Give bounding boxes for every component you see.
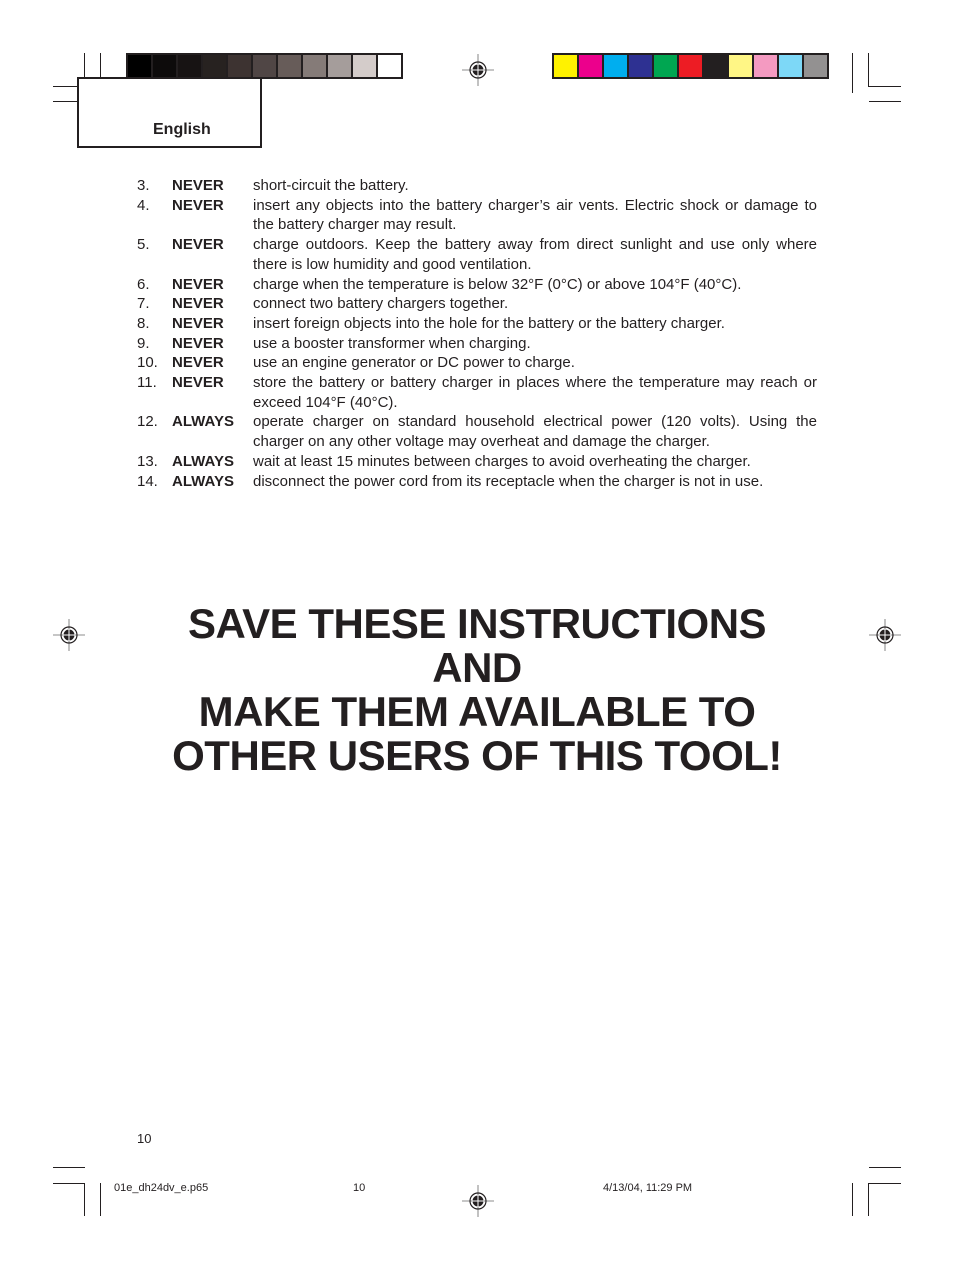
registration-mark-icon [462, 54, 494, 86]
rule-keyword: NEVER [172, 314, 224, 332]
grayscale-calibration-bar [126, 53, 403, 79]
rule-keyword: NEVER [172, 334, 224, 352]
color-swatch [654, 55, 677, 77]
rule-item: 11. NEVER store the battery or battery cha… [137, 373, 817, 412]
rule-number: 14. [137, 472, 158, 490]
rule-number: 6. [137, 275, 150, 293]
rule-item: 14. ALWAYS disconnect the power cord from … [137, 472, 817, 492]
color-swatch [228, 55, 251, 77]
rule-item: 9. NEVER use a booster transformer when ch… [137, 334, 817, 354]
registration-mark-icon [462, 1185, 494, 1217]
crop-mark [868, 1183, 869, 1216]
rule-text: connect two battery chargers together. [253, 295, 509, 313]
crop-mark [852, 1183, 853, 1216]
headline-line: SAVE THESE INSTRUCTIONS [187, 600, 767, 647]
rule-text: charge when the temperature is below 32°… [253, 275, 742, 293]
rule-text: disconnect the power cord from its recep… [253, 472, 764, 490]
headline-line: AND [432, 644, 522, 691]
rule-keyword: NEVER [172, 275, 224, 293]
rule-text: charge outdoors. Keep the battery away f… [253, 236, 817, 273]
crop-mark [53, 1183, 85, 1184]
rule-number: 11. [137, 374, 157, 392]
rule-keyword: NEVER [172, 196, 224, 214]
color-swatch [353, 55, 376, 77]
rule-text: use an engine generator or DC power to c… [253, 354, 575, 372]
slug-timestamp: 4/13/04, 11:29 PM [603, 1182, 693, 1194]
rule-keyword: ALWAYS [172, 452, 234, 470]
language-tab: English [77, 77, 262, 148]
color-swatch [303, 55, 326, 77]
rule-keyword: ALWAYS [172, 413, 234, 431]
crop-mark [53, 1167, 85, 1168]
rule-text: wait at least 15 minutes between charges… [253, 452, 751, 470]
crop-mark [100, 1183, 101, 1216]
save-instructions-headline: SAVE THESE INSTRUCTIONS AND MAKE THEM AV… [0, 602, 954, 778]
color-swatch [779, 55, 802, 77]
rule-text: insert any objects into the battery char… [253, 196, 817, 234]
rule-item: 4. NEVER insert any objects into the batte… [137, 196, 817, 235]
rule-item: 7. NEVER connect two battery chargers toge… [137, 294, 817, 314]
color-swatch [278, 55, 301, 77]
color-swatch [804, 55, 827, 77]
crop-mark [869, 1167, 901, 1168]
color-swatch [629, 55, 652, 77]
crop-mark [869, 101, 901, 102]
color-swatch [579, 55, 602, 77]
color-calibration-bar [552, 53, 829, 79]
rule-keyword: NEVER [172, 374, 224, 392]
page-number: 10 [137, 1131, 152, 1146]
rule-text: use a booster transformer when charging. [253, 334, 531, 352]
color-swatch [378, 55, 401, 77]
color-swatch [203, 55, 226, 77]
rule-item: 12. ALWAYS operate charger on standard hou… [137, 412, 817, 451]
color-swatch [178, 55, 201, 77]
rule-item: 3. NEVER short-circuit the battery. [137, 176, 817, 196]
rule-keyword: NEVER [172, 354, 224, 372]
color-swatch [253, 55, 276, 77]
color-swatch [128, 55, 151, 77]
rule-number: 7. [137, 295, 150, 313]
color-swatch [679, 55, 702, 77]
rule-keyword: NEVER [172, 236, 224, 254]
slug-page-number: 10 [353, 1182, 366, 1194]
color-swatch [729, 55, 752, 77]
crop-mark [852, 53, 853, 93]
rule-number: 3. [137, 177, 150, 194]
crop-mark [869, 1183, 901, 1184]
rule-text: insert foreign objects into the hole for… [253, 314, 725, 332]
crop-mark [84, 1183, 85, 1216]
rule-item: 8. NEVER insert foreign objects into the h… [137, 314, 817, 334]
rule-number: 13. [137, 452, 158, 470]
crop-mark [868, 53, 869, 86]
rule-keyword: NEVER [172, 177, 224, 194]
rule-number: 10. [137, 354, 158, 372]
color-swatch [554, 55, 577, 77]
rule-number: 12. [137, 413, 158, 431]
rule-text: operate charger on standard household el… [253, 413, 817, 451]
headline-line: OTHER USERS OF THIS TOOL! [172, 732, 782, 779]
rule-keyword: ALWAYS [172, 472, 234, 490]
color-swatch [328, 55, 351, 77]
rule-text: store the battery or battery charger in … [253, 374, 817, 411]
rule-number: 5. [137, 236, 150, 254]
rule-number: 8. [137, 314, 150, 332]
rule-item: 5. NEVER charge outdoors. Keep the battery… [137, 235, 817, 274]
color-swatch [704, 55, 727, 77]
rule-number: 4. [137, 196, 150, 214]
rule-number: 9. [137, 334, 150, 352]
color-swatch [754, 55, 777, 77]
rule-item: 6. NEVER charge when the temperature is be… [137, 275, 817, 295]
rule-item: 13. ALWAYS wait at least 15 minutes betwee… [137, 452, 817, 472]
slug-file-name: 01e_dh24dv_e.p65 [114, 1182, 209, 1194]
color-swatch [604, 55, 627, 77]
language-label: English [153, 121, 211, 138]
crop-mark [868, 86, 901, 87]
rule-keyword: NEVER [172, 295, 224, 313]
color-swatch [153, 55, 176, 77]
safety-rules-list: 3. NEVER short-circuit the battery. 4. NEVER… [137, 176, 817, 491]
headline-line: MAKE THEM AVAILABLE TO [198, 688, 756, 735]
rule-item: 10. NEVER use an engine generator or DC po… [137, 353, 817, 373]
rule-text: short-circuit the battery. [253, 177, 409, 194]
